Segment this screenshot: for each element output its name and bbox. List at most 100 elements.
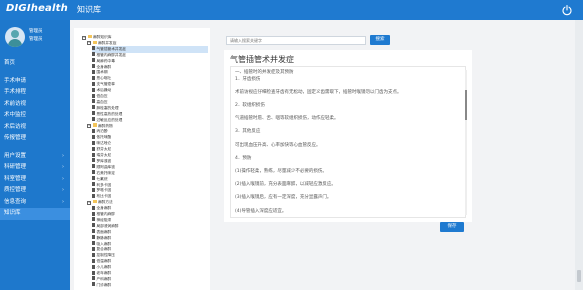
search-button[interactable]: 搜索 [370,35,390,45]
user-name: 管理员 [29,29,43,34]
collapse-icon[interactable]: − [87,200,91,205]
folder-icon [92,199,97,204]
tree-node-label: 布比卡因 [96,194,112,199]
tree-node-label: 利多卡因 [96,182,112,187]
document-icon [92,270,95,275]
document-icon [92,111,95,116]
article-line: (2)插入喉镜前，充分表面麻醉，以减轻应激反应。 [235,182,336,188]
tree-node-label: 静脉麻醉 [96,235,112,240]
article-line: 一、插管时的并发症及其预防 [235,70,294,75]
tree-node-label: 术后躁动 [96,88,112,93]
sidebar-item[interactable]: 用户设置 › [0,151,70,163]
tree-node-label: 恶性高热的处理 [96,111,123,116]
tree-node-label: 老年麻醉 [96,271,112,275]
document-icon [92,158,95,163]
document-icon [92,81,95,86]
tree-node-label: 丙泊酚 [96,129,108,134]
power-icon[interactable] [561,4,573,16]
tree-node-label: 局麻药中毒 [96,58,115,63]
tree-node-label: 吸入麻醉 [96,241,112,246]
tree-node-label: 右美托咪定 [96,170,115,175]
sidebar-item[interactable]: 手术排程 [0,87,70,99]
document-icon [92,211,95,216]
tree-node-label: 麻醉药物 [98,123,113,128]
sidebar-item-label: 科研管理 [4,164,27,170]
document-icon [92,205,95,210]
document-icon [92,229,95,234]
search-input[interactable] [226,36,366,45]
article-editor[interactable]: 一、插管时的并发症及其预防 1．牙齿损伤 术前访视应仔细检查牙齿有无松动，固定义齿需… [230,66,466,218]
article-line: (4)导管插入深度应适宜。 [235,208,287,214]
sidebar-item-label: 用户设置 [4,152,27,159]
document-icon [92,99,95,104]
document-icon [92,128,95,133]
tree-node-label: 门诊麻醉 [96,282,112,287]
save-button[interactable]: 保存 [440,222,464,232]
document-icon [92,87,95,92]
tree-node-label: 全身麻醉 [96,206,112,211]
page-scroll-thumb[interactable] [577,270,581,282]
sidebar-item-label: 知识库 [4,210,21,216]
app-window: DIGIhealth 知识库 管理员 管理员 首页手术申请 手术排程术前访视 术中监… [0,0,583,290]
sidebar-item[interactable]: 科室管理 › [0,174,70,186]
sidebar-item[interactable]: 手术申请 [0,76,70,88]
article-line: 气道插管时唇、舌、咽等软组织损伤，动作应轻柔。 [235,116,339,122]
collapse-icon[interactable]: − [82,35,86,40]
app-logo: DIGIhealth [6,3,68,14]
collapse-icon[interactable]: − [87,41,91,46]
sidebar-item[interactable]: 术中监控 [0,110,70,122]
sidebar-item-label: 首页 [4,60,16,66]
sidebar-item[interactable]: 质控管理 › [0,185,70,197]
tree-node-label: 顺阿曲库铵 [96,164,115,169]
page-title: 知识库 [77,5,101,14]
document-icon [92,64,95,68]
user-profile[interactable]: 管理员 管理员 [5,27,67,47]
tree-node-label: 表面麻醉 [96,229,112,234]
article-line: 2．软组织损伤 [235,103,265,108]
sidebar-item[interactable]: 传报管理 [0,133,70,145]
sidebar-item-label: 手术排程 [4,89,27,95]
tree-node-label: 高血压 [96,99,108,104]
article-line: (1)操作轻柔，熟练，尽量减少不必要的损伤。 [235,169,327,174]
folder-icon [92,123,97,127]
chevron-right-icon: › [62,198,64,205]
document-icon [92,258,95,263]
tree-node-label: 低血压 [96,94,108,98]
sidebar-item[interactable]: 术前访视 [0,99,70,111]
tree-node-label: 依托咪酯 [96,135,112,140]
sidebar-item-label: 质控管理 [4,187,27,193]
document-icon [92,152,95,157]
sidebar-item[interactable]: 首页 [0,58,70,70]
document-icon [92,223,95,228]
tree-node-label: 罗哌卡因 [96,188,112,193]
document-icon [92,146,95,151]
tree-node-label: 麻醉知识库 [93,35,112,39]
document-icon [92,282,95,287]
chevron-right-icon: › [62,175,64,182]
document-icon [92,170,95,175]
article-scrollbar[interactable] [465,70,467,215]
sidebar-item-label: 术后访视 [4,123,27,130]
article-scroll-thumb[interactable] [465,90,467,120]
tree-node-label: 过敏反应的处理 [96,117,123,122]
tree-node-label: 产科麻醉 [96,276,112,281]
page-scrollbar[interactable] [575,20,583,290]
sidebar-item[interactable]: 信息查询 › [0,197,70,209]
sidebar-item-label: 信息查询 [4,198,27,205]
document-icon [92,58,95,63]
document-icon [92,134,95,139]
tree-node-label: 肺栓塞的处理 [96,105,119,110]
sidebar-item[interactable]: 知识库 [0,208,70,220]
document-icon [92,246,95,251]
article-line: 4．预防 [235,155,252,161]
document-icon [92,264,95,269]
tree-node[interactable]: 门诊麻醉 [92,282,208,289]
tree-node-label: 气管插管术并发症 [96,46,127,51]
collapse-icon[interactable]: − [87,124,91,128]
tree-node-label: 支气管痉挛 [96,82,115,87]
sidebar-item[interactable]: 科研管理 › [0,162,70,174]
document-icon [92,252,95,257]
sidebar-item[interactable]: 术后访视 [0,122,70,134]
document-icon [92,75,95,80]
document-icon [92,164,95,169]
